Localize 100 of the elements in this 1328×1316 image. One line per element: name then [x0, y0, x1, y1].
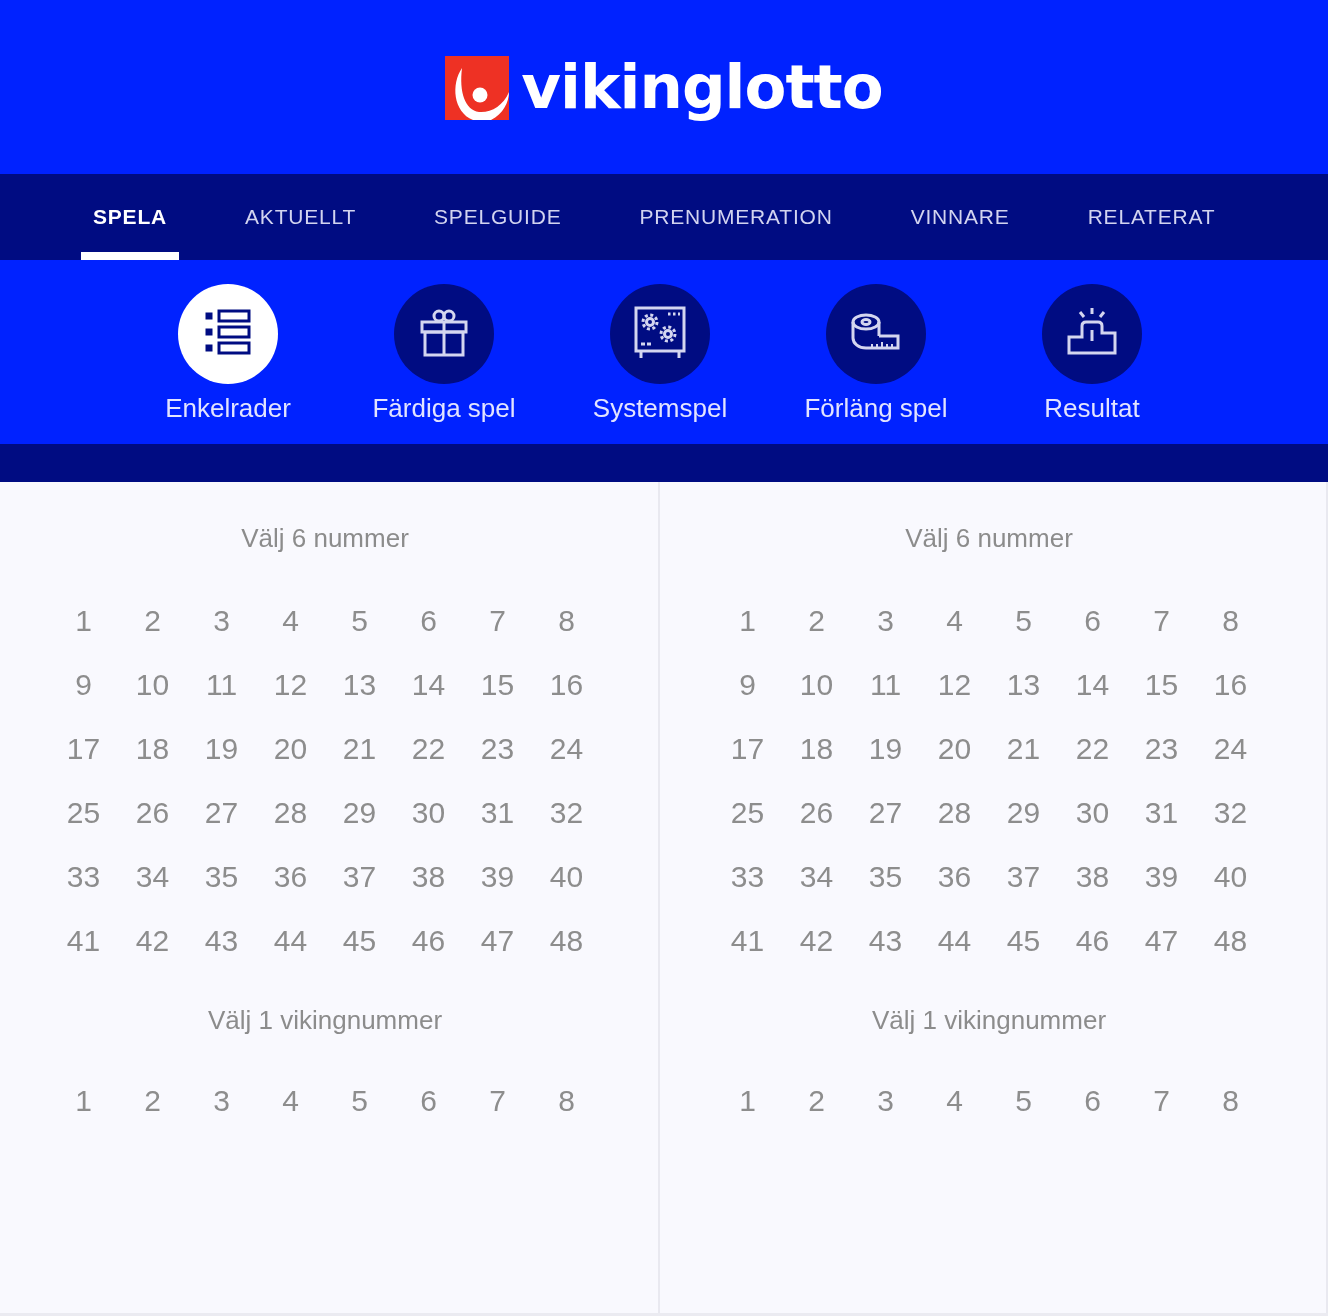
lottery-number[interactable]: 35	[868, 860, 903, 894]
lottery-number[interactable]: 9	[739, 668, 756, 702]
lottery-number[interactable]: 30	[411, 796, 446, 830]
lottery-number[interactable]: 21	[342, 732, 377, 766]
lottery-number[interactable]: 1	[75, 1084, 92, 1118]
nav-tab[interactable]: VINNARE	[898, 174, 1022, 260]
lottery-number[interactable]: 43	[204, 924, 239, 958]
lottery-number[interactable]: 28	[937, 796, 972, 830]
lottery-number[interactable]: 36	[273, 860, 308, 894]
lottery-number[interactable]: 12	[937, 668, 972, 702]
lottery-number[interactable]: 33	[730, 860, 765, 894]
lottery-number[interactable]: 47	[1144, 924, 1179, 958]
logo-text[interactable]: vikinglotto	[521, 51, 883, 123]
lottery-number[interactable]: 16	[549, 668, 584, 702]
lottery-number[interactable]: 8	[558, 1084, 575, 1118]
lottery-number[interactable]: 35	[204, 860, 239, 894]
lottery-number[interactable]: 7	[1153, 1084, 1170, 1118]
game-type-tab[interactable]: Enkelrader	[120, 284, 336, 423]
lottery-number[interactable]: 3	[877, 1084, 894, 1118]
lottery-number[interactable]: 19	[868, 732, 903, 766]
lottery-number[interactable]: 21	[1006, 732, 1041, 766]
lottery-number[interactable]: 10	[135, 668, 170, 702]
lottery-number[interactable]: 32	[549, 796, 584, 830]
lottery-number[interactable]: 23	[1144, 732, 1179, 766]
game-type-tab[interactable]: Resultat	[984, 284, 1200, 423]
lottery-number[interactable]: 34	[135, 860, 170, 894]
lottery-number[interactable]: 20	[273, 732, 308, 766]
lottery-number[interactable]: 17	[66, 732, 101, 766]
lottery-number[interactable]: 10	[799, 668, 834, 702]
lottery-number[interactable]: 11	[869, 668, 902, 702]
lottery-number[interactable]: 33	[66, 860, 101, 894]
lottery-number[interactable]: 43	[868, 924, 903, 958]
game-type-tab[interactable]: Systemspel	[552, 284, 768, 423]
lottery-number[interactable]: 6	[1084, 604, 1101, 638]
lottery-number[interactable]: 2	[808, 1084, 825, 1118]
lottery-number[interactable]: 31	[480, 796, 515, 830]
lottery-number[interactable]: 46	[1075, 924, 1110, 958]
lottery-number[interactable]: 8	[1222, 604, 1239, 638]
lottery-number[interactable]: 24	[549, 732, 584, 766]
nav-tab[interactable]: SPELGUIDE	[422, 174, 574, 260]
lottery-number[interactable]: 12	[273, 668, 308, 702]
lottery-number[interactable]: 14	[411, 668, 446, 702]
lottery-number[interactable]: 11	[205, 668, 238, 702]
lottery-number[interactable]: 44	[273, 924, 308, 958]
lottery-number[interactable]: 6	[420, 1084, 437, 1118]
lottery-number[interactable]: 40	[549, 860, 584, 894]
lottery-number[interactable]: 28	[273, 796, 308, 830]
lottery-number[interactable]: 8	[1222, 1084, 1239, 1118]
lottery-number[interactable]: 46	[411, 924, 446, 958]
lottery-number[interactable]: 26	[799, 796, 834, 830]
game-type-tab[interactable]: Färdiga spel	[336, 284, 552, 423]
nav-tab[interactable]: RELATERAT	[1075, 174, 1228, 260]
lottery-number[interactable]: 4	[946, 1084, 963, 1118]
lottery-number[interactable]: 13	[342, 668, 377, 702]
lottery-number[interactable]: 38	[1075, 860, 1110, 894]
lottery-number[interactable]: 4	[282, 1084, 299, 1118]
lottery-number[interactable]: 3	[877, 604, 894, 638]
lottery-number[interactable]: 42	[799, 924, 834, 958]
lottery-number[interactable]: 6	[1084, 1084, 1101, 1118]
lottery-number[interactable]: 5	[1015, 604, 1032, 638]
lottery-number[interactable]: 25	[730, 796, 765, 830]
lottery-number[interactable]: 27	[868, 796, 903, 830]
lottery-number[interactable]: 41	[66, 924, 101, 958]
lottery-number[interactable]: 37	[1006, 860, 1041, 894]
logo-icon[interactable]	[445, 56, 510, 120]
lottery-number[interactable]: 2	[808, 604, 825, 638]
lottery-number[interactable]: 26	[135, 796, 170, 830]
lottery-number[interactable]: 20	[937, 732, 972, 766]
lottery-number[interactable]: 16	[1213, 668, 1248, 702]
nav-tab[interactable]: PRENUMERATION	[627, 174, 845, 260]
lottery-number[interactable]: 48	[1213, 924, 1248, 958]
lottery-number[interactable]: 22	[1075, 732, 1110, 766]
lottery-number[interactable]: 1	[75, 604, 92, 638]
lottery-number[interactable]: 18	[135, 732, 170, 766]
lottery-number[interactable]: 8	[558, 604, 575, 638]
game-type-tab[interactable]: Förläng spel	[768, 284, 984, 423]
lottery-number[interactable]: 13	[1006, 668, 1041, 702]
lottery-number[interactable]: 41	[730, 924, 765, 958]
lottery-number[interactable]: 29	[1006, 796, 1041, 830]
lottery-number[interactable]: 7	[489, 1084, 506, 1118]
lottery-number[interactable]: 48	[549, 924, 584, 958]
lottery-number[interactable]: 36	[937, 860, 972, 894]
lottery-number[interactable]: 7	[1153, 604, 1170, 638]
lottery-number[interactable]: 24	[1213, 732, 1248, 766]
lottery-number[interactable]: 7	[489, 604, 506, 638]
lottery-number[interactable]: 1	[739, 1084, 756, 1118]
lottery-number[interactable]: 1	[739, 604, 756, 638]
lottery-number[interactable]: 32	[1213, 796, 1248, 830]
lottery-number[interactable]: 27	[204, 796, 239, 830]
lottery-number[interactable]: 38	[411, 860, 446, 894]
nav-tab[interactable]: SPELA	[81, 174, 179, 260]
lottery-number[interactable]: 39	[480, 860, 515, 894]
lottery-number[interactable]: 22	[411, 732, 446, 766]
lottery-number[interactable]: 29	[342, 796, 377, 830]
lottery-number[interactable]: 2	[144, 604, 161, 638]
lottery-number[interactable]: 6	[420, 604, 437, 638]
lottery-number[interactable]: 25	[66, 796, 101, 830]
lottery-number[interactable]: 31	[1144, 796, 1179, 830]
lottery-number[interactable]: 5	[351, 1084, 368, 1118]
lottery-number[interactable]: 5	[351, 604, 368, 638]
